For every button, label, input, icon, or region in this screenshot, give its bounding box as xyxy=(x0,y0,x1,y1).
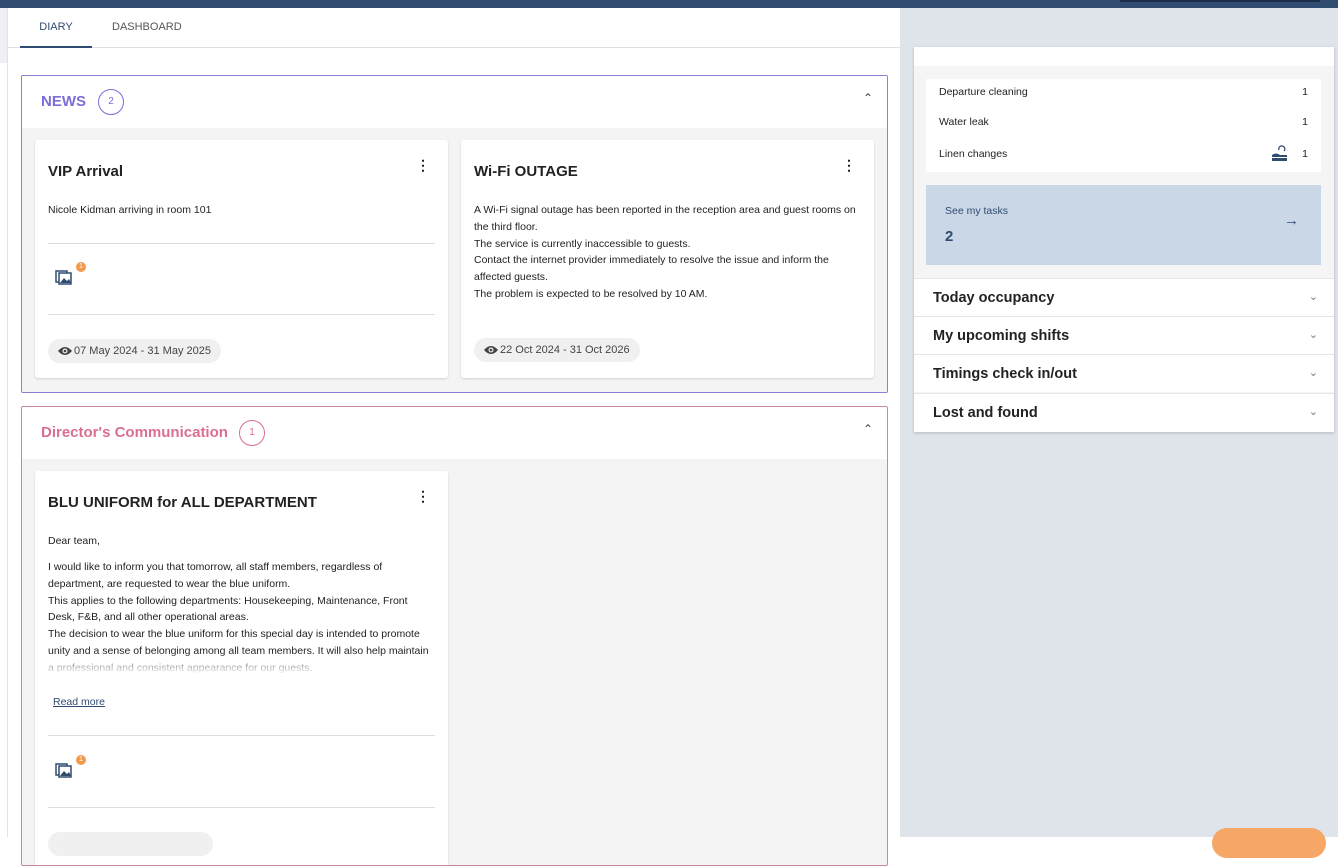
task-row[interactable]: Linen changes 1 xyxy=(939,145,1308,164)
see-my-tasks-button[interactable]: See my tasks 2 → xyxy=(926,185,1321,265)
attachment-count-badge: 1 xyxy=(76,262,86,272)
task-label: Water leak xyxy=(939,116,989,128)
side-rail xyxy=(0,8,8,837)
card-title: Wi-Fi OUTAGE xyxy=(474,163,578,180)
visibility-dates: 07 May 2024 - 31 May 2025 xyxy=(48,339,221,363)
card-body: I would like to inform you that tomorrow… xyxy=(48,559,435,675)
chevron-up-icon[interactable]: ⌃ xyxy=(863,422,873,436)
card-body: Nicole Kidman arriving in room 101 xyxy=(48,204,212,216)
tab-dashboard[interactable]: DASHBOARD xyxy=(100,8,194,48)
divider xyxy=(48,735,435,736)
card-title: BLU UNIFORM for ALL DEPARTMENT xyxy=(48,494,317,511)
attachment-button[interactable]: 1 xyxy=(55,755,86,781)
chevron-up-icon[interactable]: ⌃ xyxy=(863,91,873,105)
card-title: VIP Arrival xyxy=(48,163,124,180)
floating-action-button[interactable] xyxy=(1212,828,1326,858)
body-line: Contact the internet provider immediatel… xyxy=(474,254,829,284)
accordion-today-occupancy[interactable]: Today occupancy ⌄ xyxy=(914,278,1334,316)
arrow-right-icon: → xyxy=(1284,212,1299,229)
task-type-list: Departure cleaning 1 Water leak 1 Linen ch… xyxy=(926,79,1321,172)
tab-bar: DIARY DASHBOARD xyxy=(8,8,900,48)
accordion-label: Lost and found xyxy=(933,405,1038,421)
visibility-dates xyxy=(48,832,213,856)
tasks-widget: Departure cleaning 1 Water leak 1 Linen ch… xyxy=(914,47,1334,432)
card-body: A Wi-Fi signal outage has been reported … xyxy=(474,202,861,303)
attachment-count-badge: 1 xyxy=(76,755,86,765)
director-count-badge: 1 xyxy=(239,420,265,446)
more-options-icon[interactable]: ⋮ xyxy=(842,158,856,172)
body-line: The problem is expected to be resolved b… xyxy=(474,287,708,300)
accordion-label: My upcoming shifts xyxy=(933,328,1070,344)
date-range: 22 Oct 2024 - 31 Oct 2026 xyxy=(500,344,630,356)
news-card: Wi-Fi OUTAGE ⋮ A Wi-Fi signal outage has… xyxy=(461,140,874,378)
body-line: I would like to inform you that tomorrow… xyxy=(48,561,383,590)
accordion-label: Today occupancy xyxy=(933,290,1055,306)
eye-icon xyxy=(484,346,498,354)
date-range: 07 May 2024 - 31 May 2025 xyxy=(74,345,211,357)
top-navigation-bar xyxy=(0,0,1338,8)
task-count: 1 xyxy=(1302,148,1308,160)
accordion-upcoming-shifts[interactable]: My upcoming shifts ⌄ xyxy=(914,316,1334,354)
news-count-badge: 2 xyxy=(98,89,124,115)
task-label: Linen changes xyxy=(939,148,1008,160)
chevron-down-icon: ⌄ xyxy=(1308,329,1318,341)
task-label: Departure cleaning xyxy=(939,86,1028,98)
eye-icon xyxy=(58,347,72,355)
news-header[interactable]: NEWS 2 ⌃ xyxy=(22,76,887,128)
tab-diary[interactable]: DIARY xyxy=(20,8,92,48)
side-rail-handle[interactable] xyxy=(0,8,7,63)
linen-change-icon xyxy=(1272,145,1287,161)
see-tasks-count: 2 xyxy=(945,228,954,245)
attachment-button[interactable]: 1 xyxy=(55,262,86,288)
chevron-down-icon: ⌄ xyxy=(1308,291,1318,303)
news-section: NEWS 2 ⌃ VIP Arrival ⋮ Nicole Kidman arr… xyxy=(21,75,888,393)
news-title: NEWS xyxy=(41,93,86,110)
accordion-label: Timings check in/out xyxy=(933,366,1077,382)
accordion-timings[interactable]: Timings check in/out ⌄ xyxy=(914,354,1334,392)
body-line: This applies to the following department… xyxy=(48,594,408,624)
more-options-icon[interactable]: ⋮ xyxy=(416,158,430,172)
body-line: The decision to wear the blue uniform fo… xyxy=(48,628,429,674)
read-more-link[interactable]: Read more xyxy=(53,696,105,708)
right-panel: Departure cleaning 1 Water leak 1 Linen ch… xyxy=(900,8,1338,837)
task-row[interactable]: Water leak 1 xyxy=(939,116,1308,132)
chevron-down-icon: ⌄ xyxy=(1308,406,1318,418)
divider xyxy=(48,243,435,244)
diary-content: NEWS 2 ⌃ VIP Arrival ⋮ Nicole Kidman arr… xyxy=(9,48,900,866)
visibility-dates: 22 Oct 2024 - 31 Oct 2026 xyxy=(474,338,640,362)
director-header[interactable]: Director's Communication 1 ⌃ xyxy=(22,407,887,459)
search-field[interactable] xyxy=(1120,0,1320,2)
news-card: VIP Arrival ⋮ Nicole Kidman arriving in … xyxy=(35,140,448,378)
task-count: 1 xyxy=(1302,86,1308,98)
see-tasks-label: See my tasks xyxy=(945,205,1009,217)
widget-header xyxy=(914,47,1334,66)
director-communication-section: Director's Communication 1 ⌃ BLU UNIFORM… xyxy=(21,406,888,866)
task-count: 1 xyxy=(1302,116,1308,128)
divider xyxy=(48,314,435,315)
card-greeting: Dear team, xyxy=(48,535,100,547)
more-options-icon[interactable]: ⋮ xyxy=(416,489,430,503)
accordion-lost-and-found[interactable]: Lost and found ⌄ xyxy=(914,393,1334,432)
task-row[interactable]: Departure cleaning 1 xyxy=(939,86,1308,102)
director-card: BLU UNIFORM for ALL DEPARTMENT ⋮ Dear te… xyxy=(35,471,448,865)
divider xyxy=(48,807,435,808)
image-gallery-icon xyxy=(55,763,72,778)
body-line: A Wi-Fi signal outage has been reported … xyxy=(474,204,856,233)
director-title: Director's Communication xyxy=(41,424,228,441)
body-line: The service is currently inaccessible to… xyxy=(474,237,691,250)
image-gallery-icon xyxy=(55,270,72,285)
chevron-down-icon: ⌄ xyxy=(1308,367,1318,379)
